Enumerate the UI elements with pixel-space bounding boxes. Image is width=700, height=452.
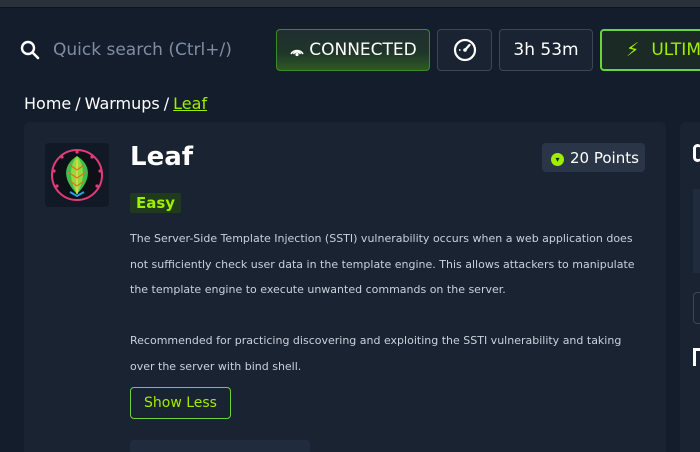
breadcrumb-separator: / bbox=[163, 94, 170, 113]
speedometer-icon bbox=[453, 38, 476, 62]
wifi-signal-icon bbox=[290, 49, 304, 57]
points-badge: ▾ 20 Points bbox=[542, 143, 645, 172]
search-icon bbox=[20, 40, 40, 60]
breadcrumb-home[interactable]: Home bbox=[24, 94, 71, 113]
coin-icon: ▾ bbox=[551, 153, 564, 166]
search-placeholder[interactable]: Quick search (Ctrl+/) bbox=[53, 40, 232, 60]
breadcrumb-warmups[interactable]: Warmups bbox=[85, 94, 160, 113]
connection-status-label: CONNECTED bbox=[309, 40, 417, 60]
session-timer[interactable]: 3h 53m bbox=[499, 29, 593, 71]
panel-icon bbox=[693, 144, 700, 162]
upgrade-label: ULTIMA bbox=[651, 40, 700, 60]
side-panel bbox=[680, 122, 700, 452]
quick-search[interactable]: Quick search (Ctrl+/) bbox=[20, 38, 232, 62]
breadcrumb: Home / Warmups / Leaf bbox=[24, 94, 207, 113]
connection-status-button[interactable]: CONNECTED bbox=[276, 29, 430, 71]
content-block bbox=[130, 440, 310, 452]
lightning-bolt-icon: ⚡ bbox=[626, 39, 640, 61]
breadcrumb-current[interactable]: Leaf bbox=[173, 94, 207, 113]
challenge-logo bbox=[45, 143, 109, 207]
side-panel-input[interactable] bbox=[693, 292, 700, 324]
difficulty-badge: Easy bbox=[130, 193, 182, 213]
breadcrumb-separator: / bbox=[75, 94, 81, 113]
description-paragraph: The Server-Side Template Injection (SSTI… bbox=[130, 232, 635, 297]
speed-button[interactable] bbox=[437, 29, 492, 71]
upgrade-button[interactable]: ⚡ ULTIMA bbox=[600, 29, 700, 71]
side-panel-block bbox=[693, 189, 700, 273]
show-less-button[interactable]: Show Less bbox=[130, 387, 231, 419]
top-divider bbox=[0, 7, 700, 8]
leaf-logo-icon bbox=[51, 149, 103, 201]
points-label: 20 Points bbox=[570, 148, 639, 167]
panel-icon bbox=[693, 348, 700, 366]
description-paragraph: Recommended for practicing discovering a… bbox=[130, 334, 622, 373]
challenge-description: The Server-Side Template Injection (SSTI… bbox=[130, 226, 640, 380]
browser-top-strip bbox=[0, 0, 700, 7]
challenge-title: Leaf bbox=[130, 142, 194, 172]
session-timer-label: 3h 53m bbox=[513, 40, 579, 60]
